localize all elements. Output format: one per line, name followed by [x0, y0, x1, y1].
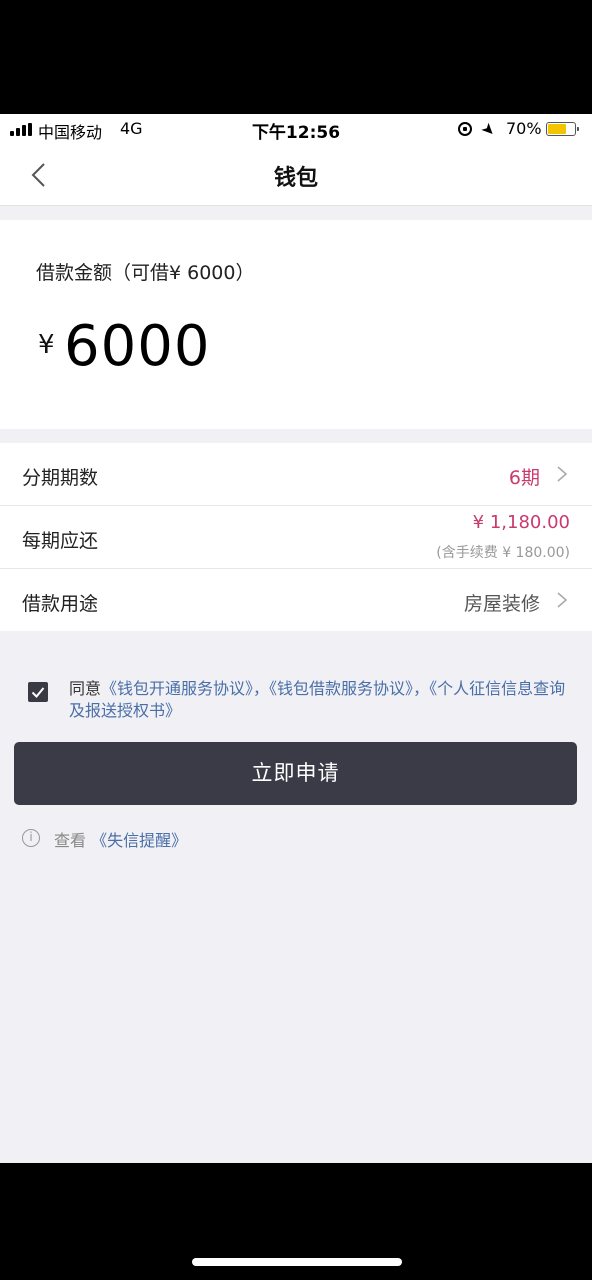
reminder-prefix: 查看 [54, 831, 87, 850]
status-time: 下午12:56 [251, 123, 341, 143]
info-icon: i [22, 829, 40, 847]
loan-amount-label: 借款金额（可借¥ 6000） [36, 262, 255, 284]
purpose-label: 借款用途 [22, 593, 99, 615]
agreement-prefix: 同意 [69, 679, 102, 698]
loan-amount-card: 借款金额（可借¥ 6000） ¥ 6000 [0, 220, 592, 429]
app-screen: 中国移动 4G 下午12:56 ➤ 70% 钱包 借款金额（可借¥ 6000） … [0, 114, 592, 1163]
installments-label: 分期期数 [22, 467, 99, 489]
installments-value: 6期 [508, 467, 540, 489]
purpose-value: 房屋装修 [463, 593, 540, 615]
loan-options-list: 分期期数 6期 每期应还 ¥ 1,180.00 (含手续费 ¥ 180.00) … [0, 443, 592, 631]
agreement-link-loan-service[interactable]: 《钱包借款服务协议》 [269, 679, 413, 698]
home-indicator[interactable] [192, 1258, 402, 1266]
page-title: 钱包 [273, 166, 318, 191]
top-bezel [0, 0, 592, 114]
reminder-text: 查看 《失信提醒》 [54, 827, 187, 851]
payment-label: 每期应还 [22, 530, 99, 552]
agreement-checkbox[interactable] [28, 682, 48, 702]
navigation-bar: 钱包 [0, 144, 592, 206]
battery-percent: 70% [506, 119, 542, 138]
chevron-right-icon [557, 592, 568, 608]
apply-button[interactable]: 立即申请 [14, 742, 577, 805]
agreement-text: 同意《钱包开通服务协议》，《钱包借款服务协议》，《个人征信信息查询及报送授权书》 [69, 678, 574, 722]
reminder-link[interactable]: 《失信提醒》 [91, 831, 187, 850]
agreement-row: 同意《钱包开通服务协议》，《钱包借款服务协议》，《个人征信信息查询及报送授权书》 [0, 678, 592, 728]
orientation-lock-icon [458, 122, 472, 136]
battery-icon [546, 122, 579, 136]
payment-row: 每期应还 ¥ 1,180.00 (含手续费 ¥ 180.00) [0, 506, 592, 569]
chevron-right-icon [557, 466, 568, 482]
reminder-row: i 查看 《失信提醒》 [0, 826, 592, 852]
installments-row[interactable]: 分期期数 6期 [0, 443, 592, 506]
status-bar: 中国移动 4G 下午12:56 ➤ 70% [0, 114, 592, 144]
purpose-row[interactable]: 借款用途 房屋装修 [0, 569, 592, 631]
loan-amount-value[interactable]: 6000 [64, 314, 211, 379]
currency-symbol: ¥ [38, 330, 55, 360]
payment-fee: (含手续费 ¥ 180.00) [436, 545, 570, 561]
agreement-separator: ， [253, 679, 270, 698]
agreement-separator: ， [413, 679, 430, 698]
payment-amount: ¥ 1,180.00 [472, 512, 570, 533]
agreement-link-open-service[interactable]: 《钱包开通服务协议》 [101, 679, 253, 698]
